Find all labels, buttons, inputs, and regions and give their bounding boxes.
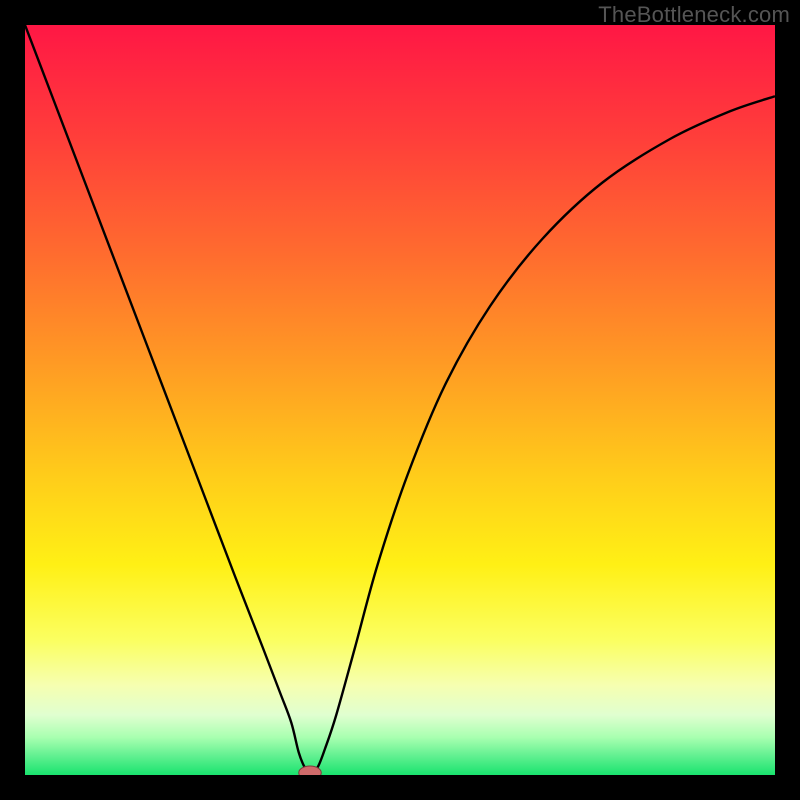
stage: TheBottleneck.com <box>0 0 800 800</box>
plot-svg <box>25 25 775 775</box>
gradient-background <box>25 25 775 775</box>
watermark-text: TheBottleneck.com <box>598 2 790 28</box>
bottleneck-plot <box>25 25 775 775</box>
